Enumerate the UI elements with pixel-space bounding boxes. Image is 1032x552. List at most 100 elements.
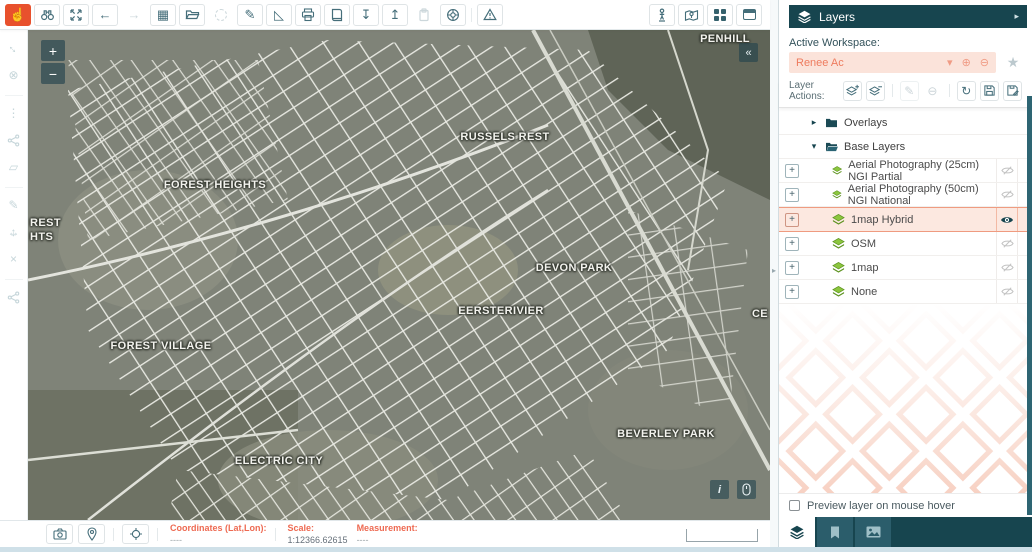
eye-off-icon: [1001, 261, 1014, 274]
locate-on-map-button[interactable]: [678, 4, 704, 26]
visibility-toggle[interactable]: [996, 159, 1018, 182]
zoom-out-button[interactable]: −: [41, 63, 65, 84]
measure-button[interactable]: ◺: [266, 4, 292, 26]
layer-expand-button[interactable]: +: [785, 237, 799, 251]
life-buoy-icon: [446, 8, 460, 22]
remove-circle-button[interactable]: ⊖: [923, 81, 942, 101]
visibility-toggle[interactable]: [996, 183, 1018, 206]
layers-panel-header[interactable]: Layers ▸: [789, 5, 1027, 28]
screenshot-button[interactable]: [46, 524, 73, 544]
layer-row-1map[interactable]: + 1map: [779, 256, 1032, 280]
draw-button[interactable]: ✎: [237, 4, 263, 26]
zoom-in-button[interactable]: +: [41, 40, 65, 61]
zoom-extent-button[interactable]: [63, 4, 89, 26]
street-view-button[interactable]: [649, 4, 675, 26]
arrow-left-icon: ←: [99, 8, 112, 21]
visibility-toggle[interactable]: [996, 256, 1018, 279]
folder-closed-icon: [825, 117, 838, 128]
person-statue-icon: [655, 8, 669, 22]
layer-expand-button[interactable]: +: [785, 164, 799, 178]
support-button[interactable]: [440, 4, 466, 26]
drop-pin-button[interactable]: [78, 524, 105, 544]
book-icon: [330, 8, 344, 22]
remove-workspace-icon[interactable]: ⊖: [980, 56, 989, 69]
clipboard-button[interactable]: [411, 4, 437, 26]
layer-expand-button[interactable]: +: [785, 261, 799, 275]
basemap-gallery-button[interactable]: [179, 4, 205, 26]
folder-label: Base Layers: [844, 141, 905, 153]
download-button[interactable]: ↧: [353, 4, 379, 26]
add-layers-button[interactable]: [843, 81, 862, 101]
split-tool[interactable]: [3, 287, 25, 307]
save-workspace-as-button[interactable]: [1003, 81, 1022, 101]
previous-view-button[interactable]: ←: [92, 4, 118, 26]
grid-button[interactable]: ▦: [150, 4, 176, 26]
visibility-toggle[interactable]: [996, 280, 1018, 303]
new-window-button[interactable]: [736, 4, 762, 26]
tab-layers[interactable]: [779, 517, 815, 547]
panel-expand-icon[interactable]: ▸: [1014, 11, 1019, 22]
status-separator: [275, 528, 276, 541]
tab-imagery[interactable]: [855, 517, 891, 547]
bookmark-icon: [829, 526, 841, 539]
collapse-panel-button[interactable]: «: [739, 43, 758, 62]
add-workspace-icon[interactable]: ⊕: [962, 56, 971, 69]
layer-expand-button[interactable]: +: [785, 213, 799, 227]
search-button[interactable]: [34, 4, 60, 26]
layer-expand-button[interactable]: +: [785, 188, 799, 202]
map-canvas[interactable]: PENHILL RUSSELS REST FOREST HEIGHTS DEVO…: [28, 30, 770, 520]
scale-value: 1:12366.62615: [288, 535, 348, 545]
layer-label: Aerial Photography (25cm) NGI Partial: [848, 159, 996, 183]
panel-scroll-strip[interactable]: [1027, 96, 1032, 515]
pan-tool-button[interactable]: ☝: [5, 4, 31, 26]
panel-watermark: [779, 304, 1032, 493]
diagonal-arrows-icon: ↔: [4, 39, 22, 57]
alerts-button[interactable]: [477, 4, 503, 26]
refresh-layers-button[interactable]: ↻: [957, 81, 976, 101]
layer-actions-toolbar: Layer Actions: ✎ ⊖ ↻: [779, 81, 1032, 108]
cancel-selection-tool[interactable]: ⊗: [3, 65, 25, 85]
tree-folder-overlays[interactable]: ▸ Overlays: [779, 111, 1032, 135]
layers-plus-icon: [845, 84, 860, 97]
tab-bookmarks[interactable]: [817, 517, 853, 547]
layer-expand-button[interactable]: +: [785, 285, 799, 299]
edit-layer-button[interactable]: ✎: [900, 81, 919, 101]
network-tool[interactable]: [3, 130, 25, 150]
preview-hover-checkbox[interactable]: [789, 500, 800, 511]
edit-tool[interactable]: ✎: [3, 195, 25, 215]
tree-folder-base-layers[interactable]: ▾ Base Layers: [779, 135, 1032, 159]
dropdown-caret-icon[interactable]: ▾: [947, 56, 953, 69]
measure-segments-tool[interactable]: ⋮: [3, 103, 25, 123]
collapsed-caret-icon[interactable]: ▸: [809, 117, 819, 128]
binoculars-icon: [40, 7, 55, 22]
save-workspace-button[interactable]: [980, 81, 999, 101]
report-button[interactable]: [324, 4, 350, 26]
remove-layers-button[interactable]: [866, 81, 885, 101]
layer-row-osm[interactable]: + OSM: [779, 232, 1032, 256]
visibility-toggle[interactable]: [996, 208, 1018, 231]
apps-grid-button[interactable]: [707, 4, 733, 26]
locate-button[interactable]: [122, 524, 149, 544]
favorite-star-icon[interactable]: ★: [1004, 54, 1022, 71]
workspace-select[interactable]: Renee Ac ▾ ⊕ ⊖: [789, 52, 996, 73]
layer-row-aerial-50cm[interactable]: + Aerial Photography (50cm) NGI National: [779, 183, 1032, 207]
delete-tool[interactable]: ×: [3, 249, 25, 269]
visibility-toggle[interactable]: [996, 232, 1018, 255]
upload-button[interactable]: ↥: [382, 4, 408, 26]
preview-hover-label: Preview layer on mouse hover: [807, 500, 955, 512]
polygon-select-tool[interactable]: ▱: [3, 157, 25, 177]
move-tool[interactable]: ↔↕: [3, 222, 25, 242]
layer-row-1map-hybrid[interactable]: + 1map Hybrid: [779, 207, 1032, 232]
panel-resize-handle[interactable]: ▸: [770, 262, 778, 278]
circle-x-icon: ⊗: [8, 68, 18, 82]
circle-select-button[interactable]: [208, 4, 234, 26]
info-button[interactable]: i: [710, 480, 729, 499]
layer-row-none[interactable]: + None: [779, 280, 1032, 304]
layer-row-aerial-25cm[interactable]: + Aerial Photography (25cm) NGI Partial: [779, 159, 1032, 183]
mouse-help-button[interactable]: [737, 480, 756, 499]
place-label: FOREST HEIGHTS: [164, 179, 266, 191]
expanded-caret-icon[interactable]: ▾: [809, 141, 819, 152]
next-view-button[interactable]: →: [121, 4, 147, 26]
resize-tool[interactable]: ↔: [3, 38, 25, 58]
print-button[interactable]: [295, 4, 321, 26]
